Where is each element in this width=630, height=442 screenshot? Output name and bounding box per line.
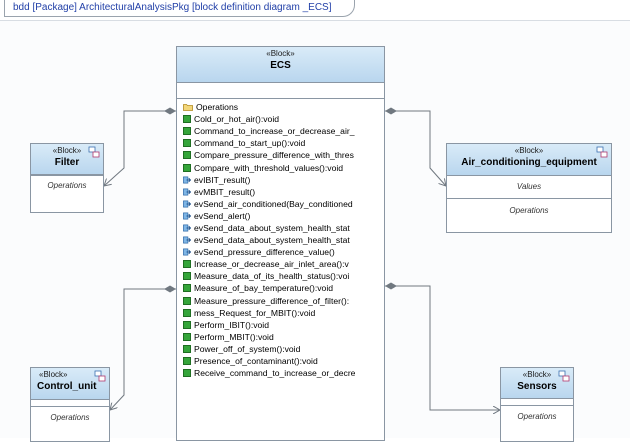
- operation-icon: [183, 320, 191, 329]
- operation-icon: [183, 127, 191, 136]
- block-ecs-header: «Block» ECS: [177, 47, 384, 83]
- reception-icon: [183, 224, 191, 232]
- ecs-operation-item[interactable]: evSend_alert(): [183, 210, 384, 222]
- block-icon: [94, 370, 106, 382]
- ecs-operation-item[interactable]: evIBIT_result(): [183, 174, 384, 186]
- operation-label: Perform_MBIT():void: [194, 331, 274, 342]
- ecs-operation-item[interactable]: Measure_pressure_difference_of_filter():: [183, 295, 384, 307]
- block-name: Filter: [54, 157, 80, 168]
- operation-icon: [183, 260, 191, 269]
- operation-label: Command_to_increase_or_decrease_air_: [194, 126, 355, 137]
- ecs-operation-item[interactable]: Presence_of_contaminant():void: [183, 355, 384, 367]
- operation-icon: [183, 357, 191, 366]
- operation-label: evSend_pressure_difference_value(): [194, 247, 335, 258]
- sensors-operations-compartment: Operations: [517, 412, 557, 421]
- ecs-operation-item[interactable]: evSend_pressure_difference_value(): [183, 246, 384, 258]
- air-conditioning-values-compartment: Values: [447, 176, 611, 199]
- operation-label: evSend_data_about_system_health_stat: [194, 222, 350, 233]
- operation-label: Measure_data_of_its_health_status():voi: [194, 271, 350, 282]
- operation-label: mess_Request_for_MBIT():void: [194, 307, 316, 318]
- operation-label: Compare_with_threshold_values():void: [194, 162, 344, 173]
- ecs-operation-item[interactable]: Measure_data_of_its_health_status():voi: [183, 270, 384, 282]
- block-name: Control_unit: [37, 381, 97, 392]
- operation-label: evSend_alert(): [194, 210, 251, 221]
- block-ecs[interactable]: «Block» ECS Operations Cold_or_hot_air()…: [176, 46, 385, 441]
- block-air-conditioning-equipment[interactable]: «Block» Air_conditioning_equipment Value…: [446, 143, 612, 233]
- ecs-operation-item[interactable]: Compare_pressure_difference_with_thres: [183, 149, 384, 161]
- operation-label: evIBIT_result(): [194, 174, 251, 185]
- ecs-operation-item[interactable]: evSend_air_conditioned(Bay_conditioned: [183, 198, 384, 210]
- ecs-operation-item[interactable]: mess_Request_for_MBIT():void: [183, 307, 384, 319]
- operation-label: Receive_command_to_increase_or_decre: [194, 368, 356, 379]
- filter-operations-compartment: Operations: [47, 181, 87, 190]
- block-icon: [558, 370, 570, 382]
- ecs-operation-item[interactable]: evMBIT_result(): [183, 186, 384, 198]
- ecs-operation-item[interactable]: Perform_MBIT():void: [183, 331, 384, 343]
- block-ecs-empty-compartment: [177, 83, 384, 99]
- ecs-operation-item[interactable]: Receive_command_to_increase_or_decre: [183, 367, 384, 379]
- block-air-conditioning-header: «Block» Air_conditioning_equipment: [447, 144, 611, 176]
- operation-label: evSend_air_conditioned(Bay_conditioned: [194, 198, 353, 209]
- operation-icon: [183, 296, 191, 305]
- operation-label: evMBIT_result(): [194, 186, 256, 197]
- reception-icon: [183, 236, 191, 244]
- reception-icon: [183, 212, 191, 220]
- operation-icon: [183, 369, 191, 378]
- ecs-operation-item[interactable]: Perform_IBIT():void: [183, 319, 384, 331]
- block-control-unit[interactable]: «Block» Control_unit Operations: [30, 367, 110, 442]
- block-stereotype: «Block»: [266, 49, 295, 58]
- operation-label: Compare_pressure_difference_with_thres: [194, 150, 354, 161]
- block-icon: [596, 146, 608, 158]
- reception-icon: [183, 188, 191, 196]
- operation-icon: [183, 139, 191, 148]
- ecs-operations-header[interactable]: Operations: [183, 101, 384, 113]
- block-icon: [88, 146, 100, 158]
- ecs-operation-item[interactable]: evSend_data_about_system_health_stat: [183, 222, 384, 234]
- operation-icon: [183, 308, 191, 317]
- ecs-operation-item[interactable]: Command_to_start_up():void: [183, 137, 384, 149]
- operation-icon: [183, 344, 191, 353]
- operation-label: Increase_or_decrease_air_inlet_area():v: [194, 259, 349, 270]
- operation-label: Command_to_start_up():void: [194, 138, 306, 149]
- block-stereotype: «Block»: [514, 146, 544, 155]
- block-sensors[interactable]: «Block» Sensors Operations: [500, 367, 574, 442]
- operation-label: Measure_pressure_difference_of_filter():: [194, 295, 350, 306]
- ecs-operation-item[interactable]: evSend_data_about_system_health_stat: [183, 234, 384, 246]
- operation-icon: [183, 272, 191, 281]
- operation-label: Presence_of_contaminant():void: [194, 356, 318, 367]
- block-control-unit-header: «Block» Control_unit: [31, 368, 109, 400]
- operation-label: Perform_IBIT():void: [194, 319, 269, 330]
- block-name: Sensors: [517, 381, 557, 392]
- block-filter-header: «Block» Filter: [31, 144, 103, 175]
- block-name: Air_conditioning_equipment: [461, 157, 597, 168]
- diagram-frame-title[interactable]: bdd [Package] ArchitecturalAnalysisPkg […: [4, 0, 355, 17]
- operation-icon: [183, 284, 191, 293]
- ecs-operation-item[interactable]: Increase_or_decrease_air_inlet_area():v: [183, 258, 384, 270]
- ecs-operation-item[interactable]: Power_off_of_system():void: [183, 343, 384, 355]
- ecs-operations-compartment: Operations Cold_or_hot_air():void Command…: [177, 99, 384, 379]
- operation-icon: [183, 151, 191, 160]
- ecs-operation-item[interactable]: Command_to_increase_or_decrease_air_: [183, 125, 384, 137]
- reception-icon: [183, 248, 191, 256]
- operation-icon: [183, 163, 191, 172]
- ecs-operation-item[interactable]: Compare_with_threshold_values():void: [183, 161, 384, 173]
- diagram-tab-bar: bdd [Package] ArchitecturalAnalysisPkg […: [0, 0, 630, 20]
- reception-icon: [183, 200, 191, 208]
- block-name: ECS: [270, 60, 291, 71]
- ecs-operation-item[interactable]: Cold_or_hot_air():void: [183, 113, 384, 125]
- control-unit-operations-compartment: Operations: [50, 413, 90, 422]
- ecs-operation-item[interactable]: Measure_of_bay_temperature():void: [183, 282, 384, 294]
- block-filter[interactable]: «Block» Filter Operations: [30, 143, 104, 213]
- operation-label: Measure_of_bay_temperature():void: [194, 283, 334, 294]
- operation-label: Power_off_of_system():void: [194, 343, 301, 354]
- operation-icon: [183, 115, 191, 124]
- operation-icon: [183, 332, 191, 341]
- operation-label: evSend_data_about_system_health_stat: [194, 235, 350, 246]
- block-sensors-header: «Block» Sensors: [501, 368, 573, 399]
- air-conditioning-operations-compartment: Operations: [509, 206, 549, 215]
- compartment-label: Operations: [196, 102, 239, 113]
- reception-icon: [183, 176, 191, 184]
- operation-label: Cold_or_hot_air():void: [194, 114, 280, 125]
- folder-icon: [183, 104, 193, 111]
